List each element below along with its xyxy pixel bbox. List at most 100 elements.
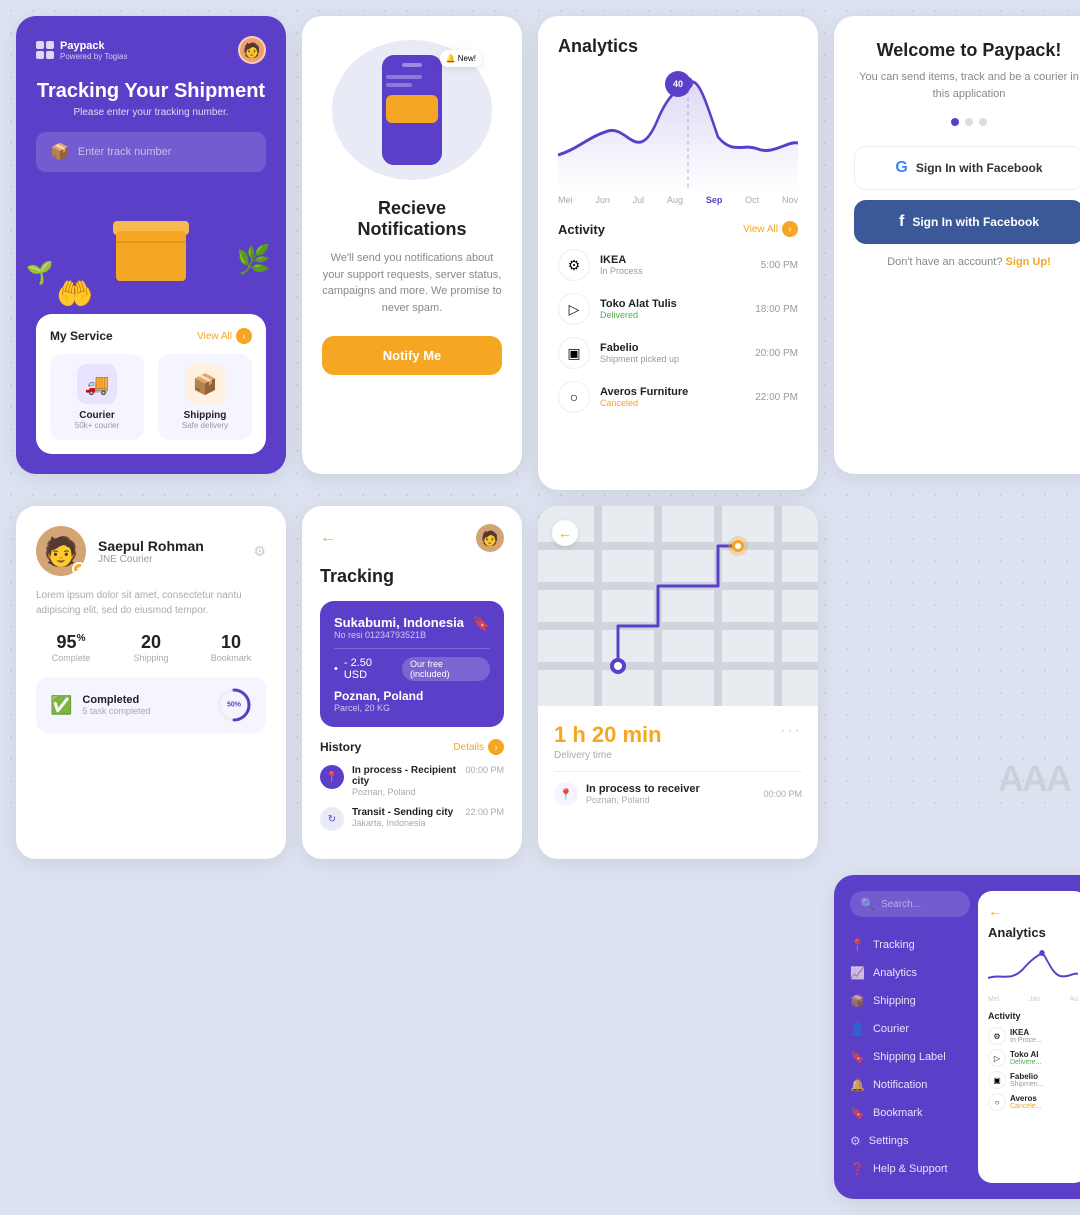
dot-1 bbox=[951, 118, 959, 126]
activity-item-toko: ▷ Toko Alat Tulis Delivered 18:00 PM bbox=[558, 293, 798, 325]
activity-icon-averos: ○ bbox=[558, 381, 590, 413]
mini-info-fabelio: Fabelio Shipmen... bbox=[1010, 1072, 1043, 1088]
track-input[interactable] bbox=[78, 146, 252, 158]
profile-avatar: 🧑 ★ bbox=[36, 526, 86, 576]
notifications-body: We'll send you notifications about your … bbox=[322, 250, 502, 316]
sidebar-item-shipping[interactable]: 📦 Shipping bbox=[850, 987, 970, 1015]
facebook-signin-button[interactable]: f Sign In with Facebook bbox=[854, 200, 1080, 244]
shipment-illustration: 🌿 🌱 🤲 bbox=[36, 186, 266, 306]
panel-title: Analytics bbox=[988, 925, 1078, 940]
bullet-icon: • bbox=[334, 663, 338, 675]
sidebar-menu: 🔍 📍 Tracking 📈 Analytics 📦 Shipping 👤 Co… bbox=[850, 891, 978, 1183]
activity-icon-ikea: ⚙ bbox=[558, 249, 590, 281]
analytics-icon: 📈 bbox=[850, 966, 865, 980]
history-item-2: ↻ Transit - Sending city Jakarta, Indone… bbox=[320, 807, 504, 831]
origin-city: Sukabumi, Indonesia bbox=[334, 615, 464, 630]
sidebar-search-input[interactable] bbox=[881, 899, 960, 910]
sidebar-item-notification[interactable]: 🔔 Notification bbox=[850, 1071, 970, 1099]
mini-activity-fabelio: ▣ Fabelio Shipmen... bbox=[988, 1071, 1078, 1089]
analytics-chart: 40 bbox=[558, 71, 798, 191]
history-header: History Details › bbox=[320, 739, 504, 755]
service-shipping[interactable]: 📦 Shipping Safe delivery bbox=[158, 354, 252, 440]
tracking-detail-top: ← 🧑 bbox=[320, 524, 504, 552]
service-courier[interactable]: 🚚 Courier 50k+ courier bbox=[50, 354, 144, 440]
bookmark-menu-icon: 🔖 bbox=[850, 1106, 865, 1120]
profile-stats: 95% Complete 20 Shipping 10 Bookmark bbox=[36, 632, 266, 663]
details-badge: › bbox=[488, 739, 504, 755]
brand-name: Paypack Powered by Togias bbox=[60, 40, 127, 61]
view-all-button[interactable]: View All › bbox=[197, 328, 252, 344]
notify-me-button[interactable]: Notify Me bbox=[322, 336, 502, 375]
profile-sub: JNE Courier bbox=[98, 554, 204, 565]
track-card-header: Sukabumi, Indonesia No resi 01234793521B… bbox=[334, 615, 490, 640]
activity-title: Activity bbox=[558, 222, 605, 237]
sidebar-panel-content: ← Analytics MeiJanAu Activity ⚙ IKEA bbox=[978, 891, 1080, 1127]
delivery-status-row: 📍 In process to receiver Poznan, Poland … bbox=[554, 782, 802, 806]
card-thumb bbox=[386, 95, 438, 123]
service-header: My Service View All › bbox=[50, 328, 252, 344]
mini-chart-labels: MeiJanAu bbox=[988, 996, 1078, 1003]
delivery-status-icon: 📍 bbox=[554, 782, 578, 806]
profile-desc: Lorem ipsum dolor sit amet, consectetur … bbox=[36, 588, 266, 618]
profile-card: 🧑 ★ Saepul Rohman JNE Courier ⚙ Lorem ip… bbox=[16, 506, 286, 859]
chart-peak-label: 40 bbox=[665, 71, 691, 97]
welcome-body: You can send items, track and be a couri… bbox=[854, 69, 1080, 102]
sidebar-item-help[interactable]: ❓ Help & Support bbox=[850, 1155, 970, 1183]
sidebar-search[interactable]: 🔍 bbox=[850, 891, 970, 917]
profile-info: Saepul Rohman JNE Courier bbox=[98, 538, 204, 565]
notification-icon: 🔔 bbox=[850, 1078, 865, 1092]
my-service-section: My Service View All › 🚚 Courier 50k+ cou… bbox=[36, 314, 266, 454]
help-icon: ❓ bbox=[850, 1162, 865, 1176]
notifications-card: 🔔 New! Recieve Notifications We'll send … bbox=[302, 16, 522, 474]
history-info-2: Transit - Sending city Jakarta, Indonesi… bbox=[352, 807, 457, 828]
completed-icon: ✅ bbox=[50, 695, 72, 716]
mini-activity-toko: ▷ Toko Al Delivere... bbox=[988, 1049, 1078, 1067]
sidebar-item-settings[interactable]: ⚙ Settings bbox=[850, 1127, 970, 1155]
dots-menu[interactable]: ··· bbox=[780, 722, 802, 740]
mini-info-averos: Averos Cancele... bbox=[1010, 1094, 1042, 1110]
sidebar-item-shipping-label[interactable]: 🔖 Shipping Label bbox=[850, 1043, 970, 1071]
activity-item-ikea: ⚙ IKEA In Process 5:00 PM bbox=[558, 249, 798, 281]
dest-sub: Parcel, 20 KG bbox=[334, 703, 490, 713]
progress-circle: 50% bbox=[216, 687, 252, 723]
gear-icon[interactable]: ⚙ bbox=[253, 543, 266, 560]
sidebar-card: 🔍 📍 Tracking 📈 Analytics 📦 Shipping 👤 Co… bbox=[834, 875, 1080, 1199]
dot-3 bbox=[979, 118, 987, 126]
in-process-city: Poznan, Poland bbox=[586, 795, 700, 805]
shipping-label: Shipping bbox=[168, 410, 242, 421]
tracking-route-card: Sukabumi, Indonesia No resi 01234793521B… bbox=[320, 601, 504, 727]
dot-2 bbox=[965, 118, 973, 126]
bookmark-icon[interactable]: 🔖 bbox=[473, 615, 490, 632]
delivery-label: Delivery time bbox=[554, 750, 662, 761]
completed-section: ✅ Completed 5 task completed 50% bbox=[36, 677, 266, 733]
signup-link[interactable]: Sign Up! bbox=[1006, 256, 1051, 268]
settings-icon: ⚙ bbox=[850, 1134, 861, 1148]
shipping-icon: 📦 bbox=[850, 994, 865, 1008]
my-service-title: My Service bbox=[50, 329, 113, 343]
activity-item-averos: ○ Averos Furniture Canceled 22:00 PM bbox=[558, 381, 798, 413]
activity-view-all[interactable]: View All › bbox=[743, 221, 798, 237]
sidebar-item-analytics[interactable]: 📈 Analytics bbox=[850, 959, 970, 987]
sidebar-item-courier[interactable]: 👤 Courier bbox=[850, 1015, 970, 1043]
tracking-number: No resi 01234793521B bbox=[334, 630, 464, 640]
carousel-dots bbox=[854, 118, 1080, 126]
sidebar-item-tracking[interactable]: 📍 Tracking bbox=[850, 931, 970, 959]
map-back-button[interactable]: ← bbox=[552, 520, 578, 546]
back-arrow[interactable]: ← bbox=[320, 529, 336, 547]
track-search-box[interactable]: 📦 bbox=[36, 132, 266, 172]
details-link-wrap[interactable]: Details › bbox=[453, 739, 504, 755]
google-signin-button[interactable]: G Sign In with Facebook bbox=[854, 146, 1080, 190]
delivery-time: 1 h 20 min bbox=[554, 722, 662, 748]
panel-back-arrow[interactable]: ← bbox=[988, 903, 1078, 919]
hand-icon: 🤲 bbox=[56, 277, 93, 312]
user-avatar[interactable]: 🧑 bbox=[238, 36, 266, 64]
courier-icon: 👤 bbox=[850, 1022, 865, 1036]
sidebar-item-bookmark[interactable]: 🔖 Bookmark bbox=[850, 1099, 970, 1127]
completed-sub: 5 task completed bbox=[82, 706, 150, 716]
profile-name: Saepul Rohman bbox=[98, 538, 204, 554]
stat-shipping: 20 Shipping bbox=[116, 632, 186, 663]
mini-dot-ikea: ⚙ bbox=[988, 1027, 1006, 1045]
activity-header: Activity View All › bbox=[558, 221, 798, 237]
tracking-icon: 📍 bbox=[850, 938, 865, 952]
origin-info: Sukabumi, Indonesia No resi 01234793521B bbox=[334, 615, 464, 640]
